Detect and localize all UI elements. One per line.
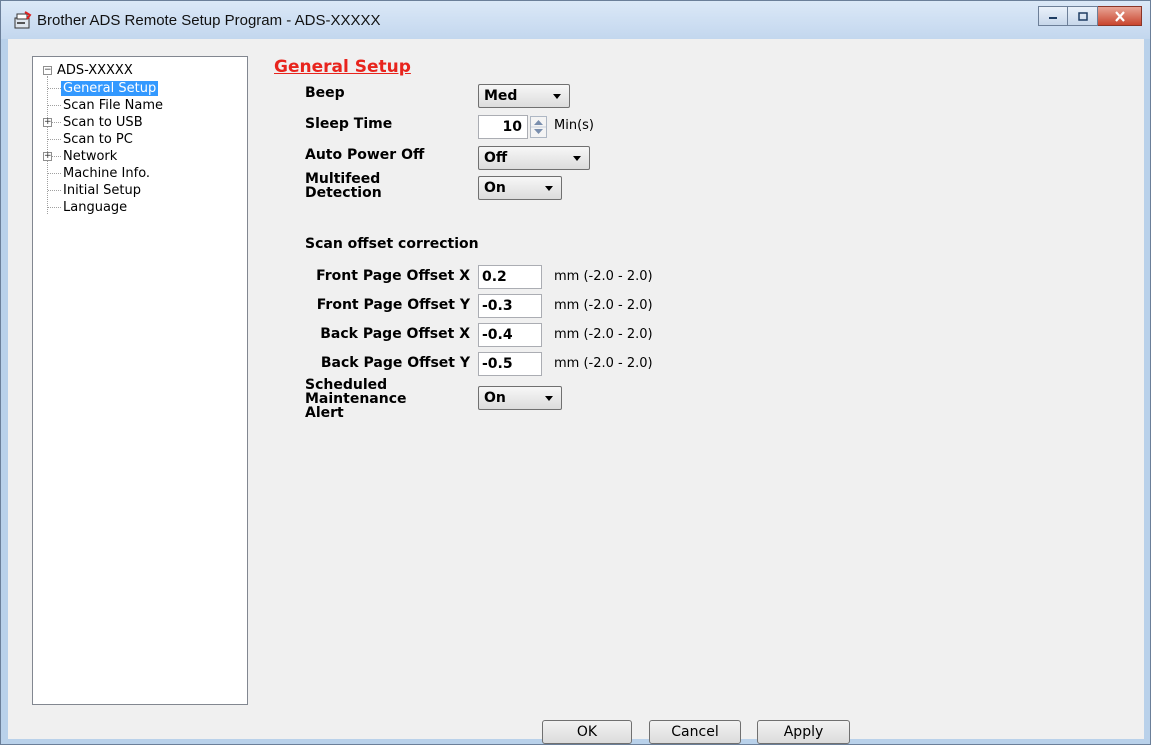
app-window: Brother ADS Remote Setup Program - ADS-X… xyxy=(0,0,1151,745)
tree-item-scan-to-usb[interactable]: Scan to USB xyxy=(61,114,145,131)
scan-offset-heading: Scan offset correction xyxy=(305,236,479,252)
ok-button[interactable]: OK xyxy=(542,720,632,744)
tree-item-scan-file-name[interactable]: Scan File Name xyxy=(61,97,165,114)
tree-line xyxy=(52,122,61,123)
tree-item-machine-info[interactable]: Machine Info. xyxy=(61,165,152,182)
tree-line xyxy=(48,105,61,106)
multifeed-value: On xyxy=(484,180,506,196)
back-offset-y-input[interactable]: -0.5 xyxy=(478,352,542,376)
tree-item-network[interactable]: Network xyxy=(61,148,119,165)
maximize-icon xyxy=(1077,11,1088,21)
app-icon xyxy=(13,11,33,31)
tree-line xyxy=(48,190,61,191)
front-offset-x-label: Front Page Offset X xyxy=(316,268,470,284)
back-offset-x-range: mm (-2.0 - 2.0) xyxy=(554,327,653,342)
tree-line xyxy=(52,156,61,157)
auto-power-off-value: Off xyxy=(484,150,508,166)
sleep-time-unit: Min(s) xyxy=(554,118,594,133)
section-title: General Setup xyxy=(274,57,411,77)
tree-root-device[interactable]: ADS-XXXXX xyxy=(55,62,135,79)
multifeed-select[interactable]: On xyxy=(478,176,562,200)
client-area: − ADS-XXXXX General Setup Scan File Name… xyxy=(8,39,1144,744)
chevron-down-icon xyxy=(573,156,581,161)
tree-item-scan-to-pc[interactable]: Scan to PC xyxy=(61,131,135,148)
multifeed-label: Multifeed Detection xyxy=(305,171,382,201)
title-bar[interactable]: Brother ADS Remote Setup Program - ADS-X… xyxy=(1,1,1150,39)
sleep-time-spinner[interactable] xyxy=(530,116,547,138)
front-offset-x-range: mm (-2.0 - 2.0) xyxy=(554,269,653,284)
chevron-down-icon xyxy=(553,94,561,99)
maintenance-alert-label: Scheduled Maintenance Alert xyxy=(305,377,407,421)
maintenance-alert-value: On xyxy=(484,390,506,406)
tree-line xyxy=(48,88,61,89)
front-offset-x-input[interactable]: 0.2 xyxy=(478,265,542,289)
tree-root-label: ADS-XXXXX xyxy=(57,63,133,78)
minimize-icon xyxy=(1049,17,1057,19)
window-controls xyxy=(1038,6,1142,26)
minimize-button[interactable] xyxy=(1038,6,1068,26)
front-offset-y-range: mm (-2.0 - 2.0) xyxy=(554,298,653,313)
tree-line xyxy=(48,139,61,140)
spinner-arrows-icon xyxy=(530,116,547,138)
expand-icon[interactable]: + xyxy=(43,118,52,127)
maintenance-alert-select[interactable]: On xyxy=(478,386,562,410)
back-offset-y-label: Back Page Offset Y xyxy=(320,355,470,371)
back-offset-y-range: mm (-2.0 - 2.0) xyxy=(554,356,653,371)
tree-item-initial-setup[interactable]: Initial Setup xyxy=(61,182,143,199)
cancel-button[interactable]: Cancel xyxy=(649,720,741,744)
beep-value: Med xyxy=(484,88,518,104)
maximize-button[interactable] xyxy=(1068,6,1098,26)
close-button[interactable] xyxy=(1098,6,1142,26)
sleep-time-label: Sleep Time xyxy=(305,116,393,132)
tree-line xyxy=(48,207,61,208)
back-offset-x-input[interactable]: -0.4 xyxy=(478,323,542,347)
settings-tree[interactable]: − ADS-XXXXX General Setup Scan File Name… xyxy=(32,56,248,705)
sleep-time-input[interactable]: 10 xyxy=(478,115,528,139)
tree-item-language[interactable]: Language xyxy=(61,199,129,216)
front-offset-y-label: Front Page Offset Y xyxy=(316,297,470,313)
beep-select[interactable]: Med xyxy=(478,84,570,108)
chevron-down-icon xyxy=(545,186,553,191)
window-title: Brother ADS Remote Setup Program - ADS-X… xyxy=(37,12,381,29)
beep-label: Beep xyxy=(305,85,345,101)
tree-line xyxy=(47,152,48,214)
tree-line xyxy=(48,173,61,174)
front-offset-y-input[interactable]: -0.3 xyxy=(478,294,542,318)
back-offset-x-label: Back Page Offset X xyxy=(320,326,470,342)
collapse-icon[interactable]: − xyxy=(43,66,52,75)
chevron-down-icon xyxy=(545,396,553,401)
tree-item-general-setup[interactable]: General Setup xyxy=(61,80,159,97)
auto-power-off-select[interactable]: Off xyxy=(478,146,590,170)
apply-button[interactable]: Apply xyxy=(757,720,850,744)
auto-power-off-label: Auto Power Off xyxy=(305,147,425,163)
close-icon xyxy=(1114,10,1125,22)
expand-icon[interactable]: + xyxy=(43,152,52,161)
